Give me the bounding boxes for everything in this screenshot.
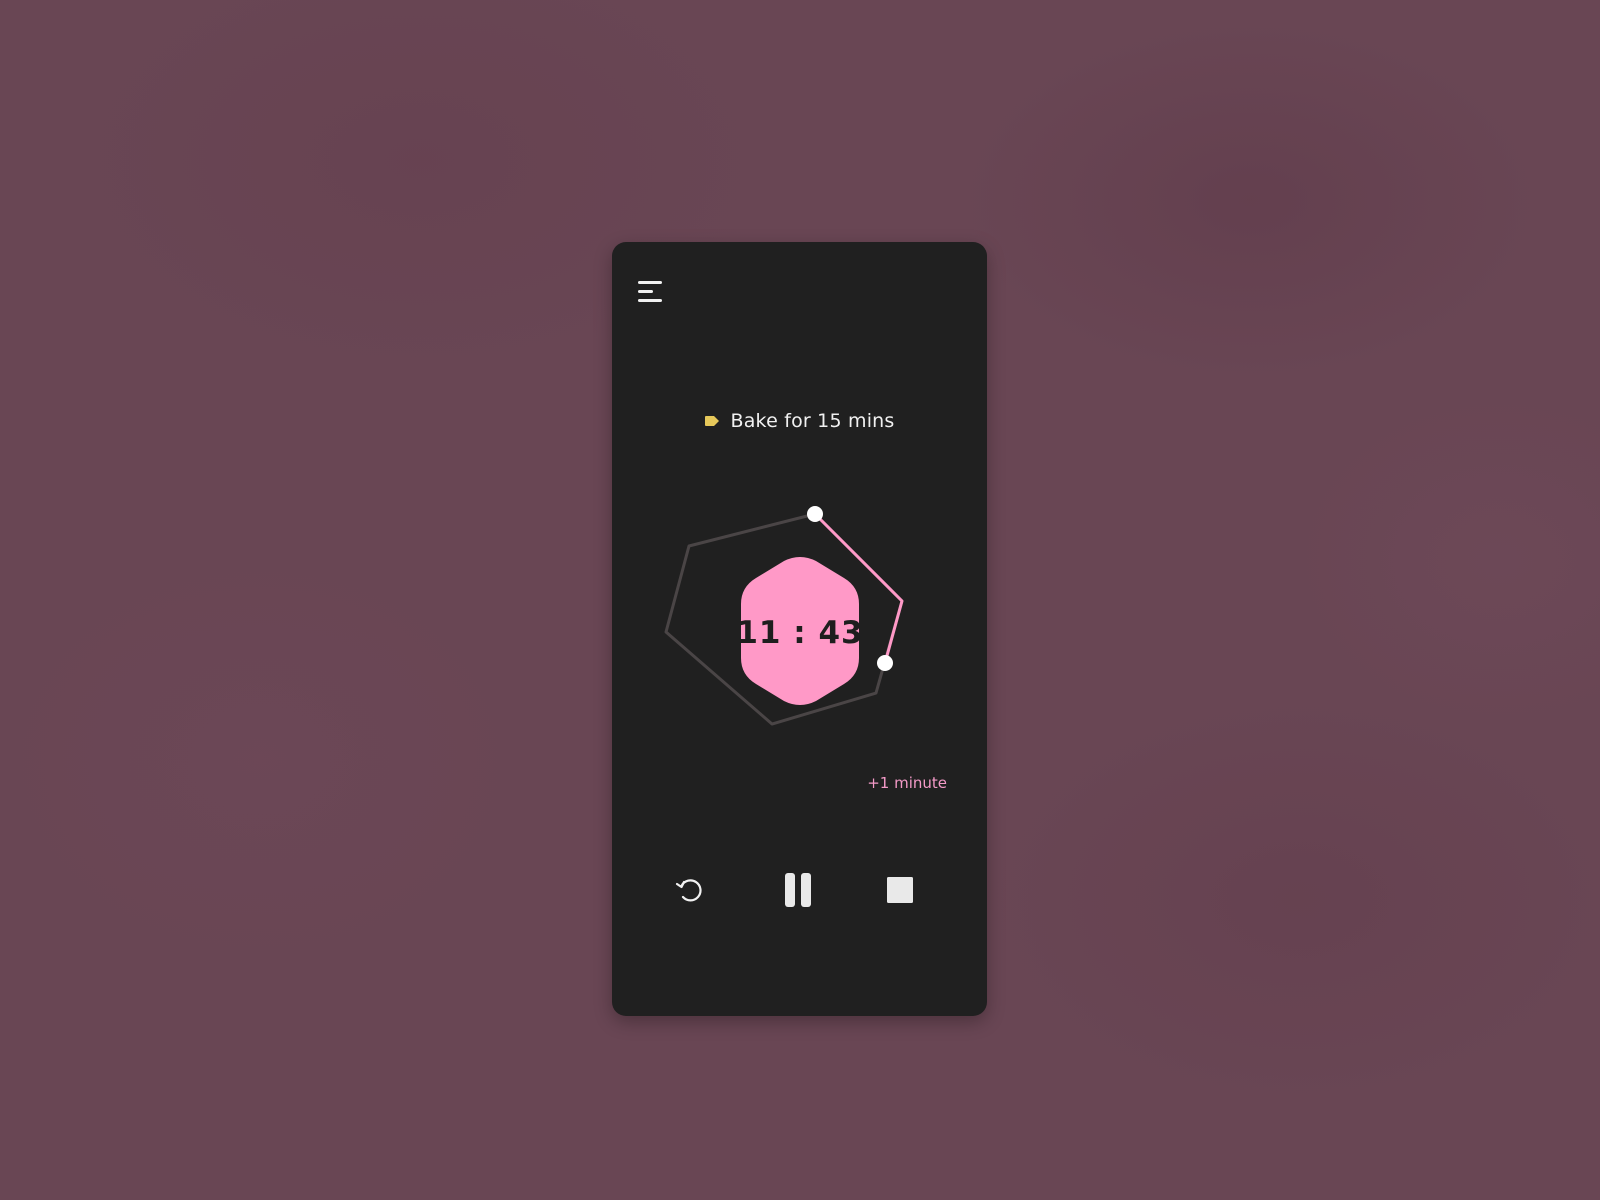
task-name: Bake for 15 mins — [730, 410, 895, 432]
menu-button[interactable] — [636, 278, 666, 306]
time-remaining: 11 : 43 — [736, 615, 863, 651]
stop-icon — [887, 877, 913, 903]
timer-app-screen: Bake for 15 mins 11 : 43 +1 minute — [612, 242, 987, 1016]
pause-button[interactable] — [769, 860, 829, 920]
add-minute-button[interactable]: +1 minute — [867, 774, 947, 792]
restart-button[interactable] — [660, 860, 720, 920]
playback-controls — [612, 860, 987, 920]
menu-icon — [638, 281, 662, 302]
tag-icon — [705, 416, 720, 426]
task-label-row: Bake for 15 mins — [612, 406, 987, 436]
end-handle[interactable] — [877, 655, 893, 671]
timer-dial: 11 : 43 — [664, 506, 904, 726]
start-handle[interactable] — [807, 506, 823, 522]
pause-icon — [785, 873, 811, 907]
stop-button[interactable] — [870, 860, 930, 920]
restart-icon — [675, 879, 702, 902]
